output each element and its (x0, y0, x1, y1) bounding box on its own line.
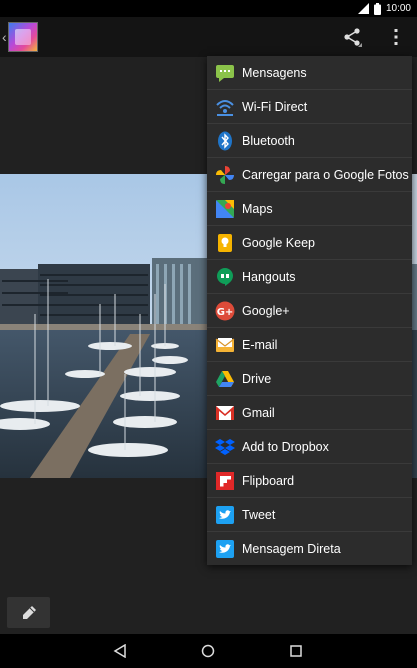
up-button[interactable]: ‹ (0, 17, 46, 57)
bluetooth-icon (214, 130, 236, 152)
share-item-label: Maps (242, 201, 273, 216)
edit-button[interactable] (7, 597, 50, 628)
action-bar: ‹ (0, 17, 417, 57)
share-item-drive[interactable]: Drive (207, 362, 412, 396)
share-item-mensagens[interactable]: Mensagens (207, 56, 412, 90)
share-item-label: Tweet (242, 507, 276, 522)
clock: 10:00 (385, 3, 411, 14)
gallery-app-icon (7, 22, 38, 52)
nav-home-button[interactable] (178, 634, 238, 668)
share-item-maps[interactable]: Maps (207, 192, 412, 226)
share-item-label: Mensagem Direta (242, 542, 341, 556)
svg-text:G+: G+ (217, 307, 234, 318)
nav-recents-button[interactable] (266, 634, 326, 668)
share-item-label: Google Keep (242, 235, 315, 250)
share-item-label: E-mail (242, 337, 278, 352)
share-button[interactable] (338, 23, 366, 51)
status-icons: 10:00 (357, 2, 411, 15)
home-icon (201, 644, 215, 658)
share-item-label: Gmail (242, 405, 275, 420)
messages-icon (214, 62, 236, 84)
share-item-label: Add to Dropbox (242, 439, 329, 454)
share-item-label: Google+ (242, 303, 290, 318)
share-item-google-fotos[interactable]: Carregar para o Google Fotos (207, 158, 412, 192)
recents-icon (290, 645, 302, 657)
overflow-menu-button[interactable] (384, 23, 408, 51)
share-item-label: Wi-Fi Direct (242, 99, 308, 114)
status-bar: 10:00 (0, 0, 417, 17)
harbor-photo (0, 174, 209, 478)
share-item-wifi-direct[interactable]: Wi-Fi Direct (207, 90, 412, 124)
share-item-google-plus[interactable]: G+ Google+ (207, 294, 412, 328)
share-item-gmail[interactable]: Gmail (207, 396, 412, 430)
share-item-google-keep[interactable]: Google Keep (207, 226, 412, 260)
back-icon (113, 644, 126, 658)
more-vert-icon (394, 29, 398, 45)
signal-icon (357, 3, 369, 14)
battery-icon (373, 2, 381, 15)
share-item-label: Bluetooth (242, 133, 295, 148)
share-item-label: Hangouts (242, 269, 296, 284)
pencil-icon (22, 605, 36, 619)
photo[interactable] (0, 174, 209, 478)
share-item-hangouts[interactable]: Hangouts (207, 260, 412, 294)
drive-icon (214, 368, 236, 390)
google-plus-icon: G+ (214, 300, 236, 322)
share-item-bluetooth[interactable]: Bluetooth (207, 124, 412, 158)
nav-bar (0, 634, 417, 668)
nav-back-button[interactable] (90, 634, 150, 668)
keep-icon (214, 232, 236, 254)
share-item-flipboard[interactable]: Flipboard (207, 464, 412, 498)
google-photos-icon (214, 164, 236, 186)
share-menu: Mensagens Wi-Fi Direct Bluetooth Carrega… (207, 56, 412, 565)
chevron-left-icon: ‹ (2, 29, 7, 45)
gmail-icon (214, 402, 236, 424)
maps-icon (214, 198, 236, 220)
wifi-direct-icon (214, 96, 236, 118)
share-item-mensagem-direta[interactable]: Mensagem Direta (207, 532, 412, 566)
email-icon (214, 334, 236, 356)
share-item-label: Carregar para o Google Fotos (242, 167, 409, 182)
share-icon (344, 28, 362, 47)
flipboard-icon (214, 470, 236, 492)
dropbox-icon (214, 436, 236, 458)
share-item-label: Drive (242, 371, 272, 386)
share-item-label: Flipboard (242, 473, 295, 488)
share-item-email[interactable]: E-mail (207, 328, 412, 362)
share-item-label: Mensagens (242, 65, 307, 80)
hangouts-icon (214, 266, 236, 288)
share-item-dropbox[interactable]: Add to Dropbox (207, 430, 412, 464)
share-item-tweet[interactable]: Tweet (207, 498, 412, 532)
twitter-icon (214, 504, 236, 526)
twitter-dm-icon (214, 538, 236, 560)
